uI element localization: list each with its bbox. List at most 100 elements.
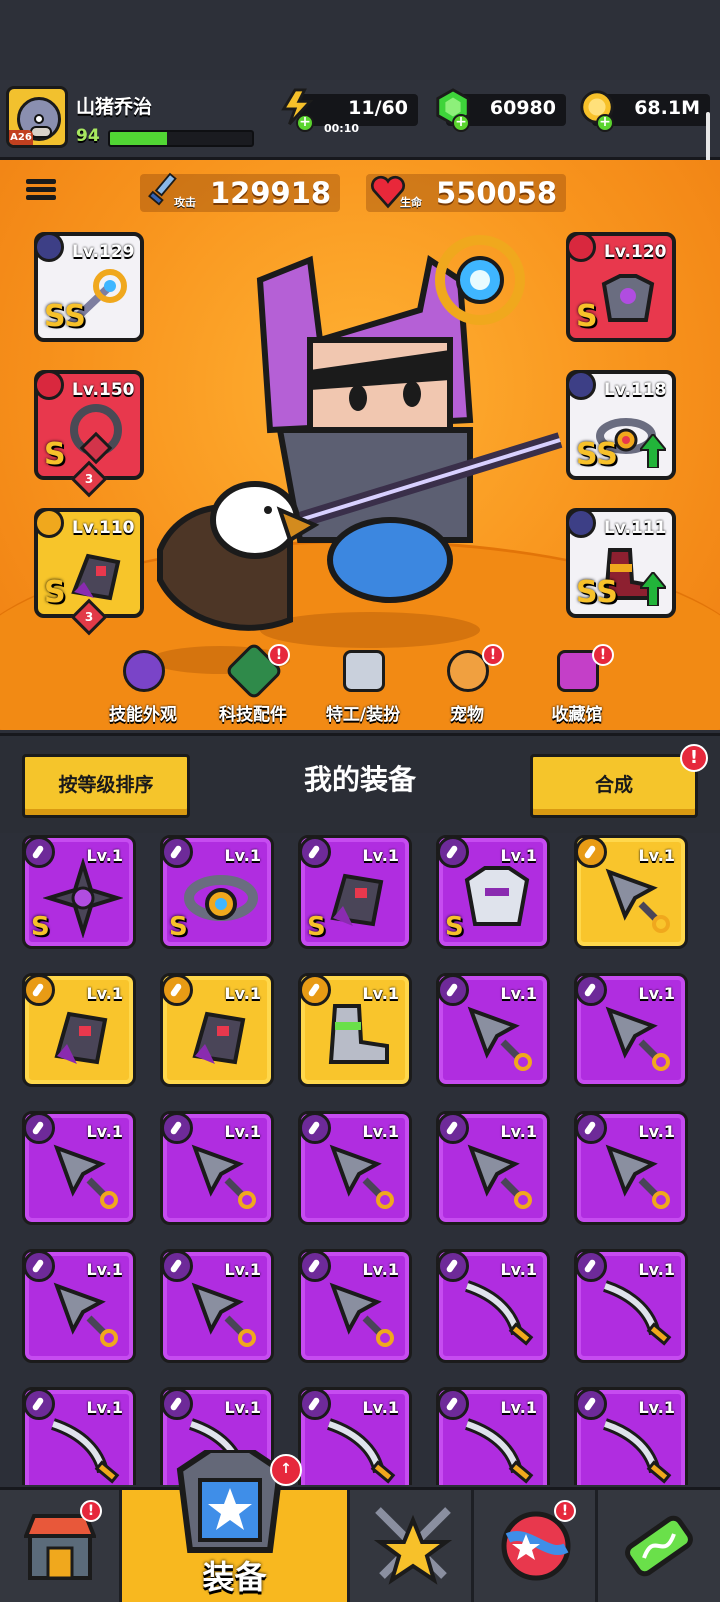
upgrade-badge: ↑: [270, 1454, 302, 1486]
nav-label: 宠物: [450, 705, 484, 725]
menu-icon[interactable]: [26, 176, 56, 204]
rank-badge: S: [169, 912, 188, 942]
item-level: Lv.1: [638, 1122, 675, 1141]
kunai-icon: [605, 1144, 670, 1209]
inventory-item[interactable]: Lv.1: [298, 973, 412, 1087]
attack-label: 攻击: [174, 196, 196, 209]
world-tab[interactable]: !: [474, 1490, 598, 1602]
nav-collection[interactable]: ! 收藏馆: [522, 644, 632, 730]
nav-label: 技能外观: [109, 705, 177, 725]
inventory-item[interactable]: Lv.1: [574, 1111, 688, 1225]
upgrade-arrow-icon: [640, 434, 666, 468]
energy-counter[interactable]: 11/60 00:10: [300, 94, 418, 135]
plus-icon[interactable]: +: [596, 114, 614, 132]
inventory-item[interactable]: Lv.1: [574, 973, 688, 1087]
katana-icon: [464, 1418, 534, 1484]
inventory-item[interactable]: Lv.1 S: [436, 835, 550, 949]
nav-tech-parts[interactable]: ! 科技配件: [198, 641, 308, 730]
inventory-item[interactable]: Lv.1: [436, 1387, 550, 1485]
inventory-item[interactable]: Lv.1: [436, 1249, 550, 1363]
rank-badge: S: [445, 912, 464, 942]
inventory-item[interactable]: Lv.1: [436, 973, 550, 1087]
energy-timer: 00:10: [324, 122, 360, 135]
equipment-tab[interactable]: ↑ 装备: [122, 1450, 350, 1602]
rank-badge: SS: [576, 575, 618, 610]
inventory-item[interactable]: Lv.1: [298, 1249, 412, 1363]
item-level: Lv.1: [362, 1122, 399, 1141]
dna-capsule-icon: [625, 1515, 693, 1577]
equipped-slot-left-1[interactable]: Lv.129 SS: [34, 232, 144, 342]
boot-type-icon: [566, 508, 596, 538]
belt-icon: [184, 875, 258, 921]
dna-tab[interactable]: [598, 1490, 720, 1602]
inventory-item[interactable]: Lv.1: [22, 1387, 136, 1485]
inventory-item[interactable]: Lv.1: [22, 1111, 136, 1225]
glove-type-icon: [34, 508, 64, 538]
alert-badge: !: [554, 1500, 576, 1522]
equipment-panel-header: 按等级排序 我的装备 合成 !: [0, 733, 720, 833]
avatar[interactable]: A26: [6, 86, 68, 148]
feature-nav: 技能外观 ! 科技配件 特工/装扮 ! 宠物 ! 收藏馆: [0, 641, 720, 730]
inventory-item[interactable]: Lv.1: [436, 1111, 550, 1225]
inventory-item[interactable]: Lv.1 S: [298, 835, 412, 949]
hp-value: 550058: [436, 176, 558, 210]
item-level: Lv.1: [362, 1260, 399, 1279]
inventory-item[interactable]: Lv.1: [574, 1387, 688, 1485]
hero-character: [150, 235, 563, 674]
item-level: Lv.1: [86, 1398, 123, 1417]
item-level: Lv.1: [86, 984, 123, 1003]
item-level: Lv.1: [500, 846, 537, 865]
inventory-item[interactable]: Lv.1: [574, 1249, 688, 1363]
nav-agent-outfit[interactable]: 特工/装扮: [308, 650, 418, 730]
hp-label: 生命: [400, 196, 422, 209]
shop-icon: [24, 1514, 96, 1580]
shop-tab[interactable]: !: [0, 1490, 122, 1602]
inventory-item[interactable]: Lv.1: [160, 1249, 274, 1363]
player-name: 山猪乔治: [76, 96, 153, 118]
slot-level: Lv.111: [604, 518, 667, 538]
battle-tab[interactable]: [350, 1490, 474, 1602]
inventory-item[interactable]: Lv.1: [574, 835, 688, 949]
necklace-type-icon: [34, 370, 64, 400]
item-level: Lv.1: [500, 1260, 537, 1279]
equipped-slot-right-1[interactable]: Lv.120 S: [566, 232, 676, 342]
alert-badge: !: [592, 644, 614, 666]
inventory-item[interactable]: Lv.1 S: [160, 835, 274, 949]
status-bar: [0, 0, 720, 80]
inventory-item[interactable]: Lv.1: [298, 1387, 412, 1485]
upgrade-arrow-icon: [640, 572, 666, 606]
katana-icon: [50, 1418, 120, 1484]
item-level: Lv.1: [362, 846, 399, 865]
equipped-slot-right-2[interactable]: Lv.118 SS: [566, 370, 676, 480]
item-level: Lv.1: [362, 1398, 399, 1417]
character-scene: 攻击 129918 生命 550058 Lv.129 SS Lv.150 S 3…: [0, 160, 720, 730]
kunai-icon: [467, 1144, 532, 1209]
katana-icon: [464, 1280, 534, 1346]
attack-stat: 攻击 129918: [140, 172, 340, 212]
nav-skill-appearance[interactable]: 技能外观: [88, 650, 198, 730]
inventory-item[interactable]: Lv.1: [160, 973, 274, 1087]
slot-level: Lv.118: [604, 380, 667, 400]
rank-badge: S: [44, 437, 66, 472]
nav-pets[interactable]: ! 宠物: [412, 644, 522, 730]
equipped-slot-right-3[interactable]: Lv.111 SS: [566, 508, 676, 618]
armor-icon: [464, 866, 530, 926]
item-level: Lv.1: [224, 1122, 261, 1141]
equipped-slot-left-3[interactable]: Lv.110 S 3: [34, 508, 144, 636]
equipped-slot-left-2[interactable]: Lv.150 S 3: [34, 370, 144, 498]
inventory-item[interactable]: Lv.1: [22, 1249, 136, 1363]
slot-level: Lv.129: [72, 242, 135, 262]
gem-value: 60980: [489, 97, 556, 119]
merge-button[interactable]: 合成: [530, 754, 698, 818]
inventory-item[interactable]: Lv.1: [160, 1111, 274, 1225]
plus-icon[interactable]: +: [296, 114, 314, 132]
inventory-item[interactable]: Lv.1: [22, 973, 136, 1087]
rank-badge: SS: [576, 437, 618, 472]
item-level: Lv.1: [500, 1398, 537, 1417]
inventory-item[interactable]: Lv.1 S: [22, 835, 136, 949]
item-level: Lv.1: [500, 984, 537, 1003]
plus-icon[interactable]: +: [452, 114, 470, 132]
inventory-item[interactable]: Lv.1: [298, 1111, 412, 1225]
agent-icon: [343, 650, 385, 692]
kunai-icon: [191, 1144, 256, 1209]
